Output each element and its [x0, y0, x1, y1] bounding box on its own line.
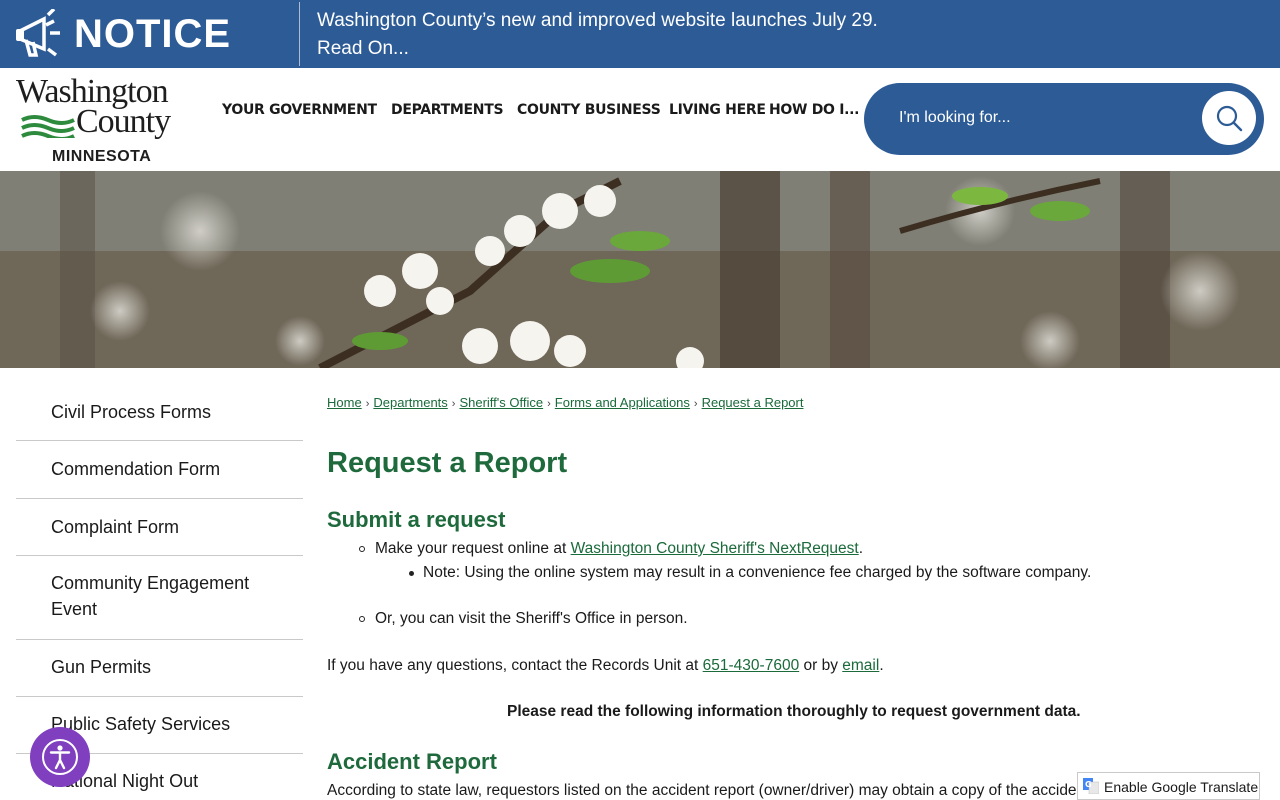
megaphone-icon	[16, 9, 60, 57]
nav-your-government[interactable]: YOUR GOVERNMENT	[222, 102, 377, 118]
sidebar-item-commendation-form[interactable]: Commendation Form	[16, 441, 303, 499]
contact-paragraph: If you have any questions, contact the R…	[327, 657, 884, 675]
section-heading-submit: Submit a request	[327, 507, 506, 532]
search-icon	[1216, 105, 1243, 132]
nav-county-business[interactable]: COUNTY BUSINESS	[517, 102, 661, 118]
contact-text: or by	[799, 657, 843, 674]
list-item-text: Make your request online at	[375, 540, 571, 557]
nav-living-here[interactable]: LIVING HERE	[669, 102, 766, 118]
notice-label: NOTICE	[74, 12, 232, 56]
bullet-disc-icon	[409, 571, 414, 576]
sidebar-item-gun-permits[interactable]: Gun Permits	[16, 640, 303, 697]
sidebar-item-label: Civil Process Forms	[51, 402, 212, 422]
sub-list-item: Note: Using the online system may result…	[423, 564, 1092, 581]
notice-line-1: Washington County’s new and improved web…	[317, 10, 878, 31]
sidebar-item-label: Gun Permits	[51, 657, 152, 677]
county-logo[interactable]: Washington County MINNESOTA	[14, 74, 196, 166]
search-input[interactable]: I'm looking for...	[899, 109, 1011, 127]
logo-word-county: County	[76, 103, 171, 140]
important-notice: Please read the following information th…	[507, 703, 1081, 720]
svg-text:G: G	[1085, 780, 1092, 789]
list-item-text: .	[858, 540, 864, 557]
notice-bar: NOTICE Washington County’s new and impro…	[0, 0, 1280, 68]
bullet-circle-icon	[359, 546, 365, 552]
breadcrumb-separator-icon: ›	[365, 398, 370, 410]
breadcrumb: Home › Departments › Sheriff's Office › Forms …	[327, 395, 803, 410]
sidebar-item-civil-process-forms[interactable]: Civil Process Forms	[16, 383, 303, 441]
email-link[interactable]: email	[842, 657, 879, 674]
logo-waves-icon	[21, 115, 75, 138]
breadcrumb-separator-icon: ›	[547, 398, 551, 410]
breadcrumb-departments[interactable]: Departments	[373, 395, 447, 410]
page-title: Request a Report	[327, 447, 568, 479]
sidebar-item-label: Public Safety Services	[51, 714, 231, 734]
nav-departments[interactable]: DEPARTMENTS	[391, 102, 504, 118]
breadcrumb-home[interactable]: Home	[327, 395, 362, 410]
sidebar-item-label: Complaint Form	[51, 517, 180, 537]
google-translate-icon: G	[1083, 778, 1099, 794]
notice-divider	[299, 2, 300, 66]
contact-text: .	[879, 657, 884, 674]
notice-line-2: Read On...	[317, 38, 409, 59]
hero-banner-image	[0, 171, 1280, 368]
sidebar-item-label: Commendation Form	[51, 459, 221, 479]
sidebar-item-community-engagement-event[interactable]: Community Engagement Event	[16, 556, 303, 640]
bullet-circle-icon	[359, 616, 365, 622]
google-translate-button[interactable]: G Enable Google Translate	[1077, 772, 1260, 800]
accessibility-button[interactable]	[30, 727, 90, 787]
notice-message-link[interactable]: Washington County’s new and improved web…	[317, 7, 1017, 63]
sidebar-item-label: Community Engagement Event	[51, 573, 250, 619]
google-translate-label: Enable Google Translate	[1104, 779, 1259, 795]
sidebar-item-complaint-form[interactable]: Complaint Form	[16, 499, 303, 556]
accident-paragraph: According to state law, requestors liste…	[327, 782, 1077, 799]
list-item: Make your request online at Washington C…	[375, 540, 863, 558]
nav-how-do-i[interactable]: HOW DO I...	[769, 102, 860, 118]
section-heading-accident-report: Accident Report	[327, 749, 497, 774]
search-bar: I'm looking for...	[864, 83, 1264, 155]
nextrequest-link[interactable]: Washington County Sheriff's NextRequest	[571, 540, 859, 557]
breadcrumb-forms-and-applications[interactable]: Forms and Applications	[555, 395, 690, 410]
blossom-photo	[0, 171, 1280, 368]
breadcrumb-request-a-report[interactable]: Request a Report	[702, 395, 804, 410]
breadcrumb-sheriffs-office[interactable]: Sheriff's Office	[459, 395, 543, 410]
list-item: Or, you can visit the Sheriff's Office i…	[375, 610, 688, 627]
breadcrumb-separator-icon: ›	[693, 398, 698, 410]
contact-text: If you have any questions, contact the R…	[327, 657, 703, 674]
search-button[interactable]	[1202, 91, 1256, 145]
phone-link[interactable]: 651-430-7600	[703, 657, 800, 674]
accessibility-icon	[42, 739, 78, 775]
logo-state: MINNESOTA	[52, 148, 152, 165]
site-header: Washington County MINNESOTA YOUR GOVERNM…	[0, 68, 1280, 171]
breadcrumb-separator-icon: ›	[451, 398, 456, 410]
